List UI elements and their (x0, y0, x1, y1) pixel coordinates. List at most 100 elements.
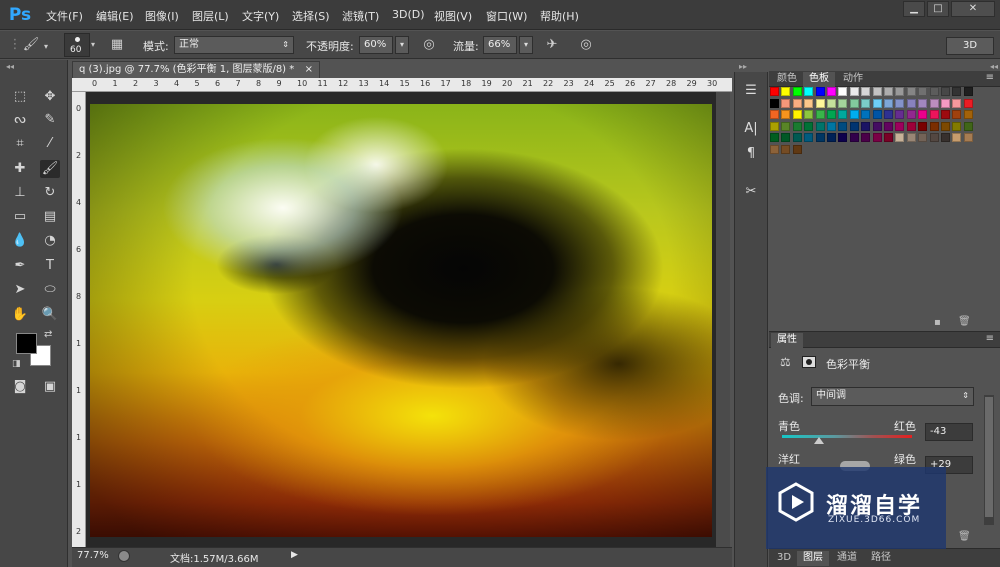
swatch[interactable] (895, 110, 905, 120)
tool-presets-icon[interactable]: ✂ (739, 181, 763, 203)
panel-menu-icon[interactable]: ≡ (986, 72, 994, 83)
history-brush-tool-icon[interactable]: ↻ (40, 184, 60, 202)
swatch[interactable] (929, 110, 939, 120)
swatch[interactable] (838, 133, 848, 143)
menu-help[interactable]: 帮助(H) (540, 8, 579, 24)
pen-tool-icon[interactable]: ✒ (10, 257, 30, 275)
brush-tool-selected-icon[interactable]: 🖌 (40, 160, 60, 178)
swatch[interactable] (906, 133, 916, 143)
swatch[interactable] (861, 121, 871, 131)
swatch[interactable] (792, 98, 802, 108)
swatch[interactable] (895, 87, 905, 96)
paragraph-panel-icon[interactable]: ¶ (739, 143, 763, 165)
swatch[interactable] (929, 87, 939, 96)
swatch[interactable] (906, 110, 916, 120)
gradient-tool-icon[interactable]: ▤ (40, 208, 60, 226)
swatch[interactable] (827, 121, 836, 131)
menu-file[interactable]: 文件(F) (46, 8, 83, 24)
collapse-strip-icon[interactable]: ▸▸ (739, 62, 747, 71)
swatch[interactable] (906, 121, 916, 131)
swatch[interactable] (884, 110, 893, 120)
tab-paths[interactable]: 路径 (865, 551, 897, 566)
swatch[interactable] (963, 133, 973, 143)
swatch[interactable] (792, 110, 802, 120)
status-info-icon[interactable] (118, 550, 130, 562)
properties-scrollbar-thumb[interactable] (985, 397, 993, 517)
swatch[interactable] (849, 110, 859, 120)
swatch[interactable] (792, 121, 802, 131)
tab-swatches[interactable]: 色板 (803, 72, 835, 87)
swatch[interactable] (815, 87, 825, 96)
swatch[interactable] (838, 121, 848, 131)
clone-stamp-tool-icon[interactable]: ⊥ (10, 184, 30, 202)
airbrush-icon[interactable]: ✈ (543, 36, 561, 54)
workspace-switcher[interactable]: 3D (946, 37, 994, 55)
brush-panel-toggle-icon[interactable]: ▦ (108, 36, 126, 54)
cyan-red-input[interactable]: -43 (925, 423, 973, 441)
path-selection-tool-icon[interactable]: ➤ (10, 281, 30, 299)
menu-type[interactable]: 文字(Y) (242, 8, 279, 24)
brush-preset-picker[interactable]: 60 (64, 33, 90, 57)
swatch[interactable] (838, 110, 848, 120)
swatch[interactable] (792, 87, 802, 96)
swatch[interactable] (849, 87, 859, 96)
swatch[interactable] (895, 121, 905, 131)
menu-filter[interactable]: 滤镜(T) (342, 8, 379, 24)
quick-mask-icon[interactable]: ◙ (10, 378, 30, 396)
swatch[interactable] (781, 98, 791, 108)
eyedropper-tool-icon[interactable]: ⁄ (40, 135, 60, 153)
swatch[interactable] (781, 121, 791, 131)
swatch[interactable] (906, 87, 916, 96)
swatch[interactable] (804, 133, 814, 143)
zoom-level[interactable]: 77.7% (77, 550, 109, 561)
swatch[interactable] (918, 133, 928, 143)
swatch[interactable] (815, 121, 825, 131)
swatch[interactable] (804, 121, 814, 131)
swatch[interactable] (781, 87, 791, 96)
swatch[interactable] (827, 98, 836, 108)
swatch[interactable] (838, 87, 848, 96)
swatch[interactable] (770, 110, 779, 120)
tab-channels[interactable]: 通道 (831, 551, 863, 566)
tone-select[interactable]: 中间调 ⇕ (811, 387, 974, 406)
swap-colors-icon[interactable]: ⇄ (44, 329, 52, 340)
swatch[interactable] (963, 87, 973, 96)
close-tab-icon[interactable]: × (305, 62, 313, 78)
swatch[interactable] (906, 98, 916, 108)
menu-view[interactable]: 视图(V) (434, 8, 472, 24)
mask-icon[interactable] (802, 356, 816, 368)
swatch[interactable] (872, 110, 882, 120)
swatch[interactable] (952, 87, 962, 96)
swatch[interactable] (963, 121, 973, 131)
swatch[interactable] (849, 121, 859, 131)
swatch[interactable] (770, 133, 779, 143)
swatch[interactable] (941, 98, 950, 108)
swatch[interactable] (827, 110, 836, 120)
swatch[interactable] (872, 87, 882, 96)
dodge-tool-icon[interactable]: ◔ (40, 232, 60, 250)
lasso-tool-icon[interactable]: ᔓ (10, 111, 30, 129)
swatch[interactable] (941, 110, 950, 120)
swatch[interactable] (918, 87, 928, 96)
swatch[interactable] (781, 145, 791, 154)
type-tool-icon[interactable]: T (40, 257, 60, 275)
collapse-panels-icon[interactable]: ◂◂ (990, 62, 998, 71)
swatch[interactable] (770, 87, 779, 96)
minimize-icon[interactable]: ▁ (903, 1, 925, 17)
swatch[interactable] (941, 133, 950, 143)
swatch[interactable] (861, 110, 871, 120)
swatch[interactable] (884, 98, 893, 108)
swatch[interactable] (963, 110, 973, 120)
swatch[interactable] (872, 133, 882, 143)
swatch[interactable] (918, 110, 928, 120)
opacity-dropdown-icon[interactable]: ▾ (395, 36, 409, 54)
swatch[interactable] (861, 98, 871, 108)
menu-layer[interactable]: 图层(L) (192, 8, 229, 24)
menu-window[interactable]: 窗口(W) (486, 8, 527, 24)
swatch[interactable] (815, 133, 825, 143)
history-panel-icon[interactable]: ☰ (739, 80, 763, 102)
swatch[interactable] (952, 133, 962, 143)
opacity-input[interactable]: 60% (359, 36, 393, 54)
tab-actions[interactable]: 动作 (837, 72, 869, 87)
swatch[interactable] (861, 87, 871, 96)
